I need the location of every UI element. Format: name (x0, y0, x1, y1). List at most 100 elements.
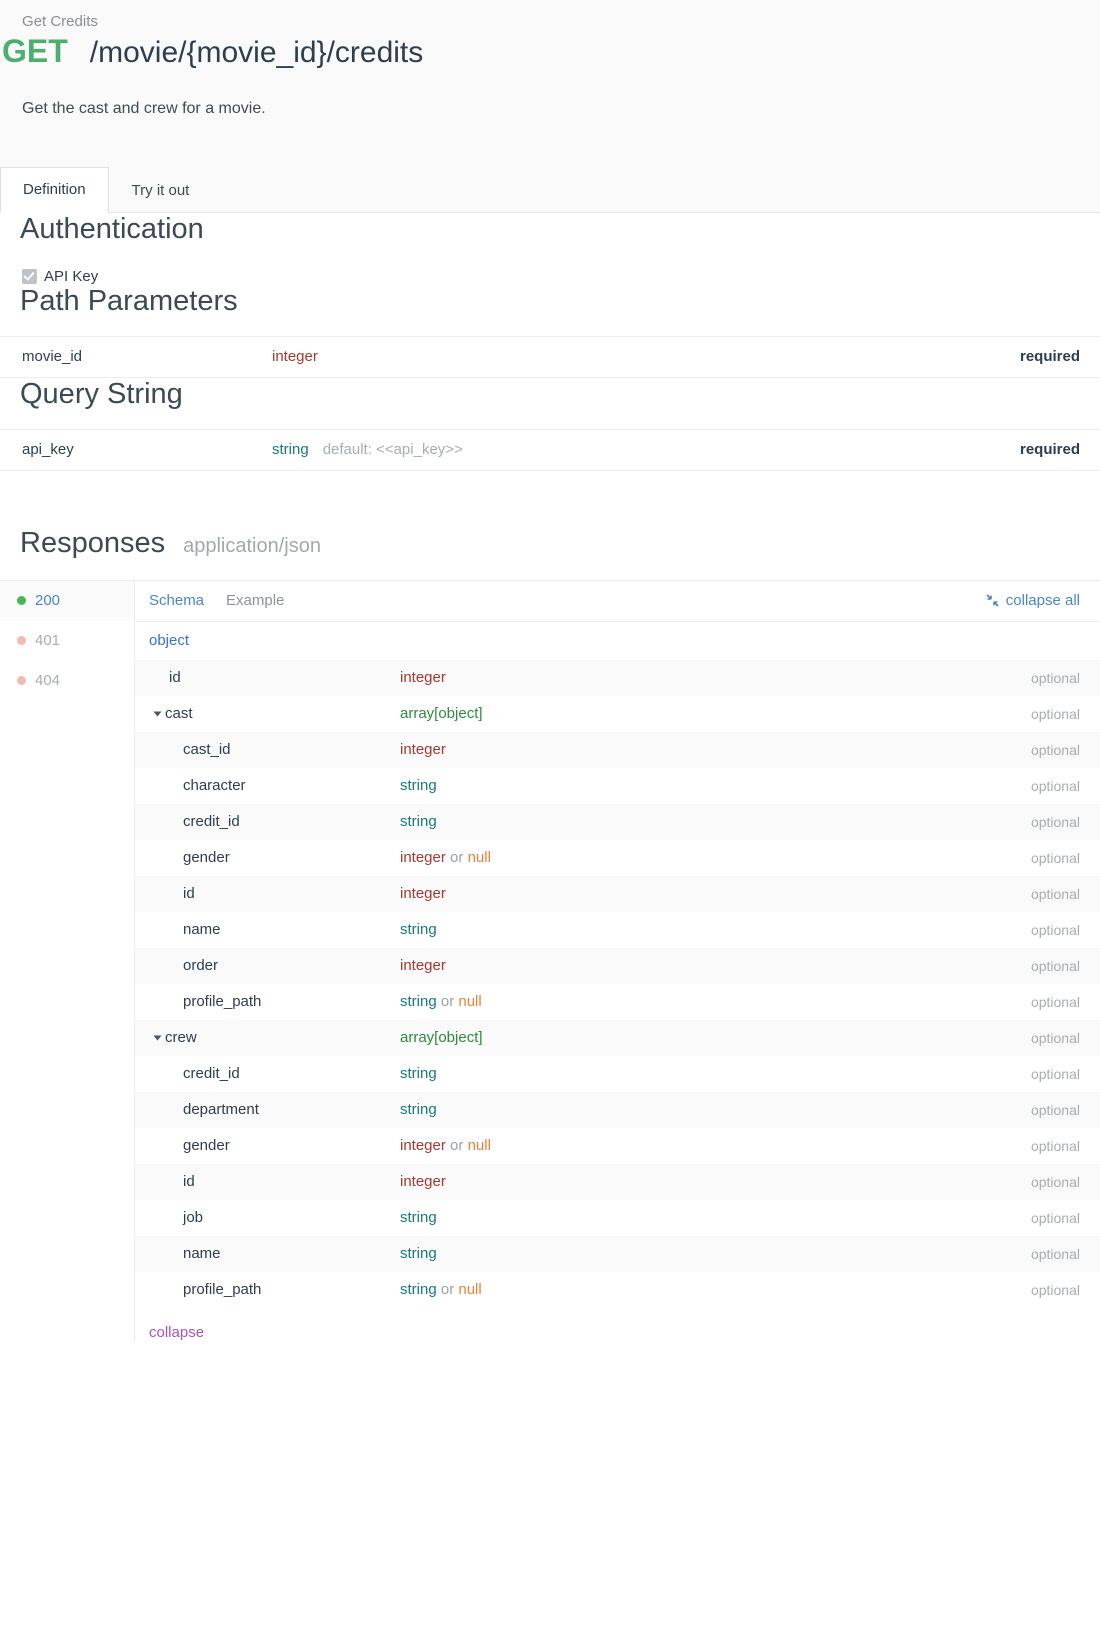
definition-panel: Authentication API Key Path Parameters m… (0, 212, 1100, 1342)
schema-field-name-cell: gender (135, 849, 400, 866)
path-parameters-table: movie_id integer required (0, 335, 1100, 378)
schema-field-type-cell: integer (400, 1173, 1031, 1190)
auth-api-key-row[interactable]: API Key (0, 246, 1100, 285)
schema-field-name-cell: crew (135, 1029, 400, 1046)
schema-row: id integer optional (135, 1163, 1100, 1200)
schema-field-name: name (183, 1245, 221, 1263)
tab-definition[interactable]: Definition (0, 166, 109, 213)
tab-example[interactable]: Example (226, 592, 284, 609)
schema-type-or: or (436, 993, 459, 1011)
checkbox-checked-icon[interactable] (22, 268, 37, 284)
responses-heading-row: Responses application/json (0, 471, 1100, 560)
schema-field-optional: optional (1030, 669, 1080, 686)
schema-row: cast_id integer optional (135, 731, 1100, 768)
schema-field-type-cell: string (400, 1209, 1031, 1226)
status-dot-icon (17, 636, 26, 646)
status-dot-icon (17, 596, 26, 606)
schema-field-optional: optional (1030, 885, 1080, 902)
schema-field-type: string (400, 1245, 437, 1263)
schema-field-name: id (169, 669, 181, 687)
schema-field-optional: optional (1030, 957, 1080, 974)
schema-field-optional: optional (1030, 1245, 1080, 1262)
schema-field-name-cell: name (135, 1245, 400, 1262)
table-row: api_key string default: <<api_key>> requ… (0, 430, 1100, 470)
schema-row[interactable]: cast array[object] optional (135, 695, 1100, 732)
chevron-down-icon[interactable] (153, 711, 162, 717)
query-string-heading: Query String (20, 377, 183, 410)
schema-field-type: integer (400, 1137, 446, 1155)
responses-heading: Responses (20, 526, 166, 559)
response-schema-panel: Schema Example collapse all object id int… (135, 581, 1100, 1342)
schema-row: id integer optional (135, 875, 1100, 912)
schema-field-optional: optional (1030, 1101, 1080, 1118)
schema-field-name: id (183, 1173, 195, 1191)
schema-field-name: cast_id (183, 741, 231, 759)
schema-field-name-cell: department (135, 1101, 400, 1118)
schema-field-name: profile_path (183, 1281, 262, 1299)
schema-field-name: gender (183, 1137, 230, 1155)
responses-panel: 200 401 404 Schema Example collapse all … (0, 579, 1100, 1342)
schema-field-type: string (400, 813, 437, 831)
schema-row: job string optional (135, 1199, 1100, 1236)
schema-field-optional: optional (1030, 1281, 1080, 1298)
param-type: integer (272, 348, 318, 366)
schema-row: order integer optional (135, 947, 1100, 984)
schema-field-name-cell: id (135, 885, 400, 902)
schema-field-type: array[object] (400, 1029, 483, 1047)
response-code-label: 401 (35, 632, 61, 650)
collapse-all-button[interactable]: collapse all (986, 592, 1080, 609)
schema-field-name: order (183, 957, 219, 975)
schema-row[interactable]: crew array[object] optional (135, 1019, 1100, 1056)
tab-try-it-out[interactable]: Try it out (109, 168, 213, 213)
schema-root-type: object (149, 632, 190, 650)
schema-field-name: profile_path (183, 993, 262, 1011)
schema-row: credit_id string optional (135, 1055, 1100, 1092)
schema-field-type-cell: integer (400, 957, 1031, 974)
schema-field-name-cell: id (135, 669, 400, 686)
schema-field-type: string (400, 777, 437, 795)
schema-field-optional: optional (1030, 1209, 1080, 1226)
schema-type-or: or (436, 1281, 459, 1299)
schema-type-or: or (445, 1137, 468, 1155)
chevron-down-icon[interactable] (153, 1035, 162, 1041)
response-code-list: 200 401 404 (0, 580, 135, 1342)
schema-field-type-cell: string (400, 1101, 1031, 1118)
schema-row: gender integer or null optional (135, 1127, 1100, 1164)
operation-name: Get Credits (22, 13, 98, 30)
schema-field-type: string (400, 921, 437, 939)
schema-field-type-cell: array[object] (400, 705, 1031, 722)
schema-field-optional: optional (1030, 849, 1080, 866)
response-code-200[interactable]: 200 (0, 580, 134, 621)
schema-field-name-cell: credit_id (135, 813, 400, 830)
schema-field-type: string (400, 993, 437, 1011)
schema-field-type-cell: integer (400, 669, 1031, 686)
status-dot-icon (17, 676, 26, 686)
schema-field-name-cell: cast (135, 705, 400, 722)
query-string-table: api_key string default: <<api_key>> requ… (0, 428, 1100, 471)
response-code-401[interactable]: 401 (0, 621, 134, 661)
schema-field-optional: optional (1030, 705, 1080, 722)
collapse-link[interactable]: collapse (135, 1308, 204, 1341)
schema-row: gender integer or null optional (135, 839, 1100, 876)
endpoint-path: /movie/{movie_id}/credits (89, 35, 424, 69)
tab-schema[interactable]: Schema (149, 592, 204, 609)
param-required-badge: required (1019, 348, 1080, 366)
schema-field-optional: optional (1030, 741, 1080, 758)
responses-mime-type: application/json (183, 534, 321, 557)
schema-field-type-cell: integer (400, 741, 1031, 758)
schema-row: profile_path string or null optional (135, 1271, 1100, 1308)
auth-api-key-label: API Key (44, 267, 99, 285)
response-code-404[interactable]: 404 (0, 661, 134, 701)
schema-field-optional: optional (1030, 1173, 1080, 1190)
schema-row: character string optional (135, 767, 1100, 804)
schema-field-name-cell: name (135, 921, 400, 938)
schema-field-name: credit_id (183, 813, 240, 831)
operation-description: Get the cast and crew for a movie. (22, 99, 266, 117)
response-code-label: 404 (35, 672, 61, 690)
param-type: string (272, 441, 309, 459)
param-required-badge: required (1019, 441, 1080, 459)
schema-field-type-cell: integer or null (400, 849, 1031, 866)
schema-type-null: null (458, 1281, 482, 1299)
schema-field-optional: optional (1030, 777, 1080, 794)
schema-field-optional: optional (1030, 921, 1080, 938)
